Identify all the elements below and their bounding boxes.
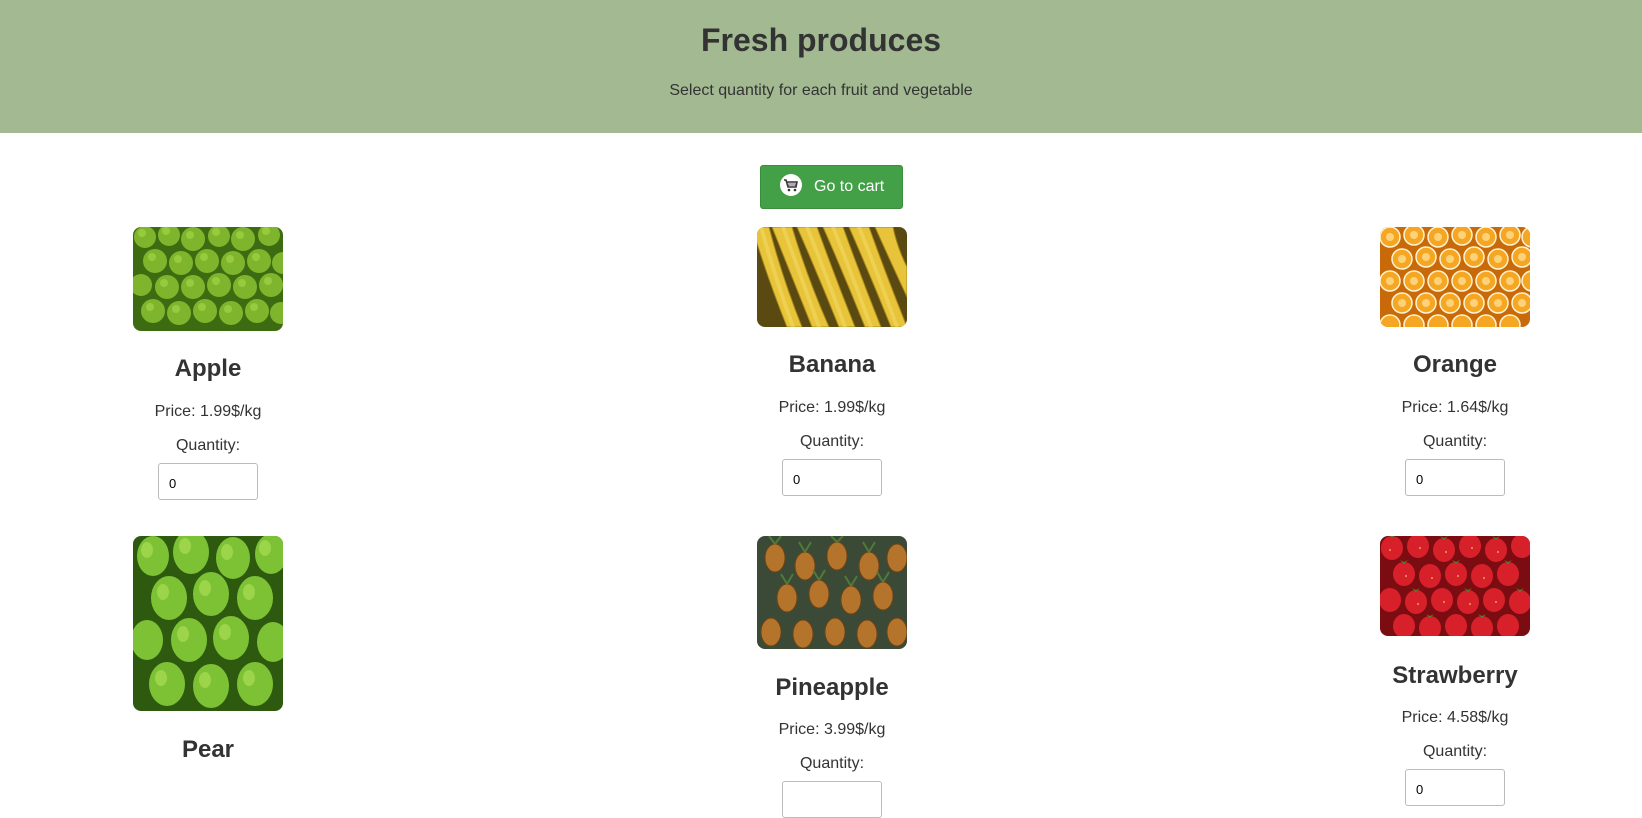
orange-image — [1380, 227, 1530, 327]
product-price: Price: 1.99$/kg — [154, 403, 262, 420]
product-card-banana: Banana Price: 1.99$/kg Quantity: — [682, 227, 982, 507]
product-card-pineapple: Pineapple Price: 3.99$/kg Quantity: — [682, 536, 982, 818]
product-card-apple: Apple Price: 1.99$/kg Quantity: — [58, 227, 358, 507]
product-name: Banana — [788, 351, 876, 378]
quantity-label: Quantity: — [799, 433, 865, 450]
strawberry-image — [1380, 536, 1530, 636]
page-title: Fresh produces — [700, 22, 942, 58]
go-to-cart-label: Go to cart — [814, 178, 885, 195]
product-price: Price: 1.64$/kg — [1401, 399, 1509, 416]
product-name: Strawberry — [1392, 662, 1518, 689]
pear-image — [133, 536, 283, 711]
quantity-label: Quantity: — [799, 755, 865, 772]
product-name: Pineapple — [775, 674, 889, 701]
quantity-label: Quantity: — [1422, 743, 1488, 760]
quantity-input[interactable] — [1405, 769, 1505, 806]
quantity-label: Quantity: — [175, 437, 241, 454]
quantity-input[interactable] — [782, 459, 882, 496]
pineapple-image — [757, 536, 907, 649]
product-price: Price: 1.99$/kg — [778, 399, 886, 416]
product-price: Price: 4.58$/kg — [1401, 709, 1509, 726]
product-name: Apple — [174, 355, 242, 382]
product-card-pear: Pear — [58, 536, 358, 786]
product-card-orange: Orange Price: 1.64$/kg Quantity: — [1305, 227, 1605, 507]
quantity-input[interactable] — [158, 463, 258, 500]
product-card-strawberry: Strawberry Price: 4.58$/kg Quantity: — [1305, 536, 1605, 806]
page-header: Fresh produces Select quantity for each … — [0, 0, 1642, 133]
go-to-cart-button[interactable]: Go to cart — [760, 165, 903, 209]
quantity-input[interactable] — [1405, 459, 1505, 496]
apple-image — [133, 227, 283, 331]
banana-image — [757, 227, 907, 327]
page-subtitle: Select quantity for each fruit and veget… — [669, 82, 973, 99]
cart-icon — [780, 174, 802, 196]
product-price: Price: 3.99$/kg — [778, 721, 886, 738]
quantity-input[interactable] — [782, 781, 882, 818]
quantity-label: Quantity: — [1422, 433, 1488, 450]
product-name: Pear — [181, 736, 235, 763]
product-name: Orange — [1412, 351, 1498, 378]
